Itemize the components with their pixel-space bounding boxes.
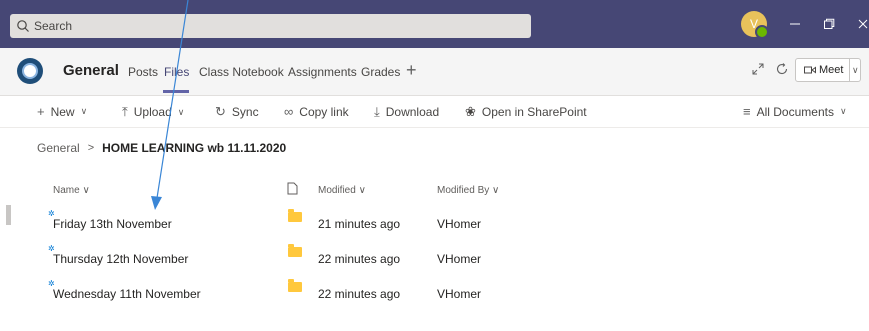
modified-by: VHomer (437, 217, 482, 231)
plus-icon: + (37, 104, 45, 119)
sync-label: Sync (231, 105, 259, 119)
refresh-icon[interactable] (775, 62, 789, 81)
breadcrumb-root[interactable]: General (37, 141, 80, 155)
close-icon (858, 19, 868, 29)
search-icon (16, 19, 30, 33)
file-name[interactable]: Wednesday 11th November (53, 287, 201, 301)
file-name[interactable]: Friday 13th November (53, 217, 172, 231)
chevron-down-icon[interactable]: ∨ (850, 65, 860, 76)
chevron-down-icon: ∨ (492, 185, 500, 196)
tab-grades[interactable]: Grades (361, 65, 400, 79)
sync-button[interactable]: ↻ Sync (215, 104, 259, 120)
modified-by: VHomer (437, 287, 482, 301)
tab-class-notebook[interactable]: Class Notebook (199, 65, 284, 79)
minimize-icon (790, 23, 800, 25)
search-placeholder: Search (34, 19, 73, 33)
upload-icon: ⤒ (122, 104, 128, 119)
avatar[interactable]: V (741, 11, 769, 39)
folder-icon (288, 209, 302, 222)
view-label: All Documents (756, 104, 834, 119)
meet-button[interactable]: Meet ∨ (795, 58, 861, 82)
team-logo (17, 58, 43, 84)
list-view-icon: ≡ (743, 104, 751, 119)
minimize-button[interactable] (785, 14, 805, 34)
chevron-right-icon: > (87, 142, 95, 154)
upload-button[interactable]: ⤒ Upload ∨ (122, 104, 184, 120)
tab-files[interactable]: Files (164, 65, 189, 79)
column-header-modified-by[interactable]: Modified By ∨ (437, 185, 499, 196)
folder-icon (288, 244, 302, 257)
download-icon: ⤓ (374, 104, 380, 119)
open-sharepoint-label: Open in SharePoint (481, 105, 587, 119)
copy-link-button[interactable]: ∞ Copy link (284, 104, 349, 119)
tab-posts[interactable]: Posts (128, 65, 158, 79)
modified-time: 22 minutes ago (318, 287, 401, 301)
chevron-down-icon: ∨ (82, 185, 90, 196)
search-input[interactable]: Search (10, 14, 531, 38)
open-in-sharepoint-button[interactable]: ❀ Open in SharePoint (465, 104, 587, 120)
new-label: New (50, 104, 75, 119)
sync-icon: ↻ (215, 104, 226, 119)
presence-available-icon (755, 25, 769, 39)
modified-time: 21 minutes ago (318, 217, 401, 231)
download-label: Download (385, 105, 440, 119)
restore-icon (824, 18, 835, 29)
tab-assignments[interactable]: Assignments (288, 65, 357, 79)
close-button[interactable] (853, 14, 869, 34)
breadcrumb: General > HOME LEARNING wb 11.11.2020 (37, 141, 286, 155)
meet-label-wrap: Meet (796, 59, 851, 81)
breadcrumb-current: HOME LEARNING wb 11.11.2020 (102, 141, 287, 155)
file-type-icon[interactable] (287, 182, 298, 198)
meet-label: Meet (819, 64, 844, 76)
video-camera-icon (804, 66, 816, 74)
upload-label: Upload (133, 105, 172, 119)
maximize-button[interactable] (819, 14, 839, 34)
chevron-down-icon: ∨ (358, 185, 366, 196)
expand-icon[interactable] (751, 62, 765, 81)
table-row[interactable]: ✲ Wednesday 11th November 22 minutes ago… (0, 275, 869, 309)
chevron-down-icon: ∨ (80, 106, 88, 116)
active-tab-indicator (163, 90, 189, 93)
modified-time: 22 minutes ago (318, 252, 401, 266)
download-button[interactable]: ⤓ Download (374, 104, 439, 120)
link-icon: ∞ (284, 104, 294, 119)
table-row[interactable]: ✲ Friday 13th November 21 minutes ago VH… (0, 205, 869, 239)
file-name[interactable]: Thursday 12th November (53, 252, 188, 266)
column-header-modified[interactable]: Modified ∨ (318, 185, 366, 196)
sharepoint-icon: ❀ (465, 104, 476, 119)
channel-title: General (63, 62, 119, 79)
copy-link-label: Copy link (299, 104, 349, 119)
view-selector[interactable]: ≡ All Documents ∨ (743, 104, 847, 119)
add-tab-button[interactable]: + (406, 60, 417, 81)
table-row[interactable]: ✲ Thursday 12th November 22 minutes ago … (0, 240, 869, 274)
column-header-name[interactable]: Name ∨ (53, 185, 90, 196)
chevron-down-icon: ∨ (839, 106, 847, 116)
new-button[interactable]: + New ∨ (37, 104, 87, 119)
folder-icon (288, 279, 302, 292)
chevron-down-icon: ∨ (177, 106, 185, 117)
modified-by: VHomer (437, 252, 482, 266)
